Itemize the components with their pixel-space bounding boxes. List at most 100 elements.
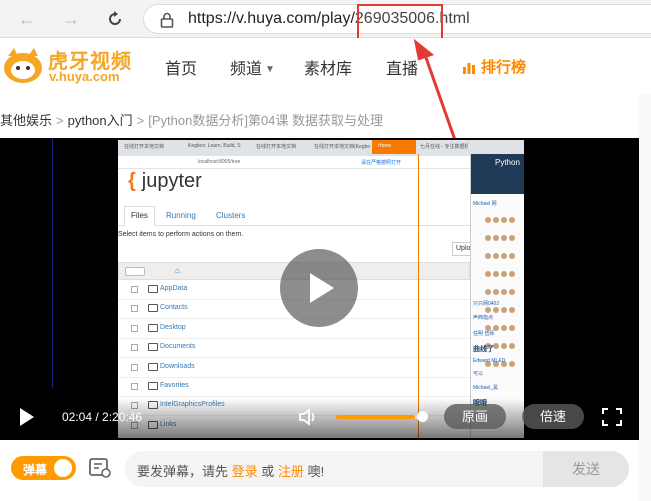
jupyter-tab-running: Running (166, 211, 196, 220)
avatar (509, 217, 515, 223)
avatar (501, 289, 507, 295)
breadcrumb: 其他娱乐 > python入门 > [Python数据分析]第04课 数据获取与处理 (0, 110, 383, 129)
jupyter-file-name: Contacts (160, 304, 188, 312)
avatar (501, 325, 507, 331)
breadcrumb-item[interactable]: python入门 (68, 113, 133, 128)
avatar (509, 235, 515, 241)
checkbox-icon (131, 305, 138, 313)
recorded-tab: 七月在线 - 专注数据机器 (420, 144, 468, 150)
recorded-chat-line: Michael 网 (473, 201, 497, 207)
avatar (493, 289, 499, 295)
site-header: 虎牙视频 v.huya.com 首页 频道 ▼ 素材库 直播 排行榜 (0, 38, 651, 94)
breadcrumb-item[interactable]: 其他娱乐 (0, 113, 52, 128)
video-edge-line (52, 138, 53, 388)
recorded-chat-title: Python (495, 158, 520, 167)
danmu-bar: 弹幕 要发弹幕，请先 登录 或 注册 噢! 发送 (0, 440, 639, 501)
avatar (485, 253, 491, 259)
back-arrow-icon[interactable]: ← (14, 6, 40, 32)
jupyter-logo-icon: { (128, 170, 136, 192)
jupyter-logo: {jupyter (128, 170, 202, 193)
nav-channel[interactable]: 频道 ▼ (230, 55, 275, 79)
recorded-chat-line: 声西指点 (473, 315, 494, 321)
recorded-tab-label: Home (378, 143, 392, 149)
nav-rank[interactable]: 排行榜 (462, 56, 526, 77)
play-icon[interactable] (20, 408, 34, 426)
nav-material[interactable]: 素材库 (304, 55, 352, 79)
danmu-hint-suffix: 噢! (307, 464, 325, 479)
jupyter-file-name: Downloads (160, 362, 195, 370)
danmu-settings-icon[interactable] (88, 457, 112, 484)
recorded-tab-active: Home (372, 140, 416, 154)
avatar (501, 235, 507, 241)
recorded-avatar-grid (485, 212, 523, 367)
avatar (509, 325, 515, 331)
toggle-knob (54, 459, 72, 477)
big-play-button[interactable] (280, 249, 358, 327)
recorded-tab: Kegbox: Learn, Build, S (188, 143, 241, 149)
avatar (509, 343, 515, 349)
jupyter-file-name: Desktop (160, 323, 186, 331)
folder-icon (148, 304, 158, 313)
video-player[interactable]: 在线打开本地文档 Kegbox: Learn, Build, S 在线打开本地文… (0, 138, 639, 440)
avatar (501, 343, 507, 349)
speed-button[interactable]: 倍速 (522, 404, 584, 429)
logo-domain: v.huya.com (49, 69, 120, 84)
avatar (485, 271, 491, 277)
avatar (501, 253, 507, 259)
avatar (485, 289, 491, 295)
page-edge (639, 94, 651, 501)
avatar (485, 307, 491, 313)
danmu-hint-or: 或 (261, 464, 275, 479)
bar-chart-icon (463, 63, 475, 74)
playback-time: 02:04 / 2:20:46 (62, 410, 143, 424)
player-controls: 02:04 / 2:20:46 原画 倍速 (0, 398, 639, 440)
forward-arrow-icon[interactable]: → (58, 6, 84, 32)
caret-down-icon: ▼ (265, 64, 275, 75)
nav-channel-label: 频道 (230, 61, 263, 78)
danmu-input[interactable]: 要发弹幕，请先 登录 或 注册 噢! 发送 (125, 451, 629, 487)
play-icon (310, 273, 334, 303)
send-button[interactable]: 发送 (543, 451, 629, 487)
folder-icon (148, 285, 158, 293)
avatar (493, 253, 499, 259)
recorded-divider (418, 154, 419, 438)
nav-live[interactable]: 直播 (386, 55, 418, 79)
avatar (509, 361, 515, 367)
url-host: https://v.huya.com/play/ (188, 10, 355, 27)
recorded-url-note: 请在严格按照打开 (361, 160, 402, 166)
recorded-address-bar: localhost:8005/tree 请在严格按照打开 (118, 156, 524, 169)
lock-icon (160, 12, 174, 33)
volume-icon[interactable] (298, 407, 320, 432)
danmu-hint-text: 要发弹幕，请先 (137, 464, 229, 479)
register-link[interactable]: 注册 (278, 464, 304, 479)
recorded-chat-line: 可以 (473, 371, 484, 377)
avatar (501, 307, 507, 313)
volume-knob[interactable] (417, 411, 428, 422)
volume-slider[interactable] (336, 415, 424, 419)
checkbox-icon (131, 324, 138, 332)
volume-fill (336, 415, 416, 419)
reload-icon[interactable] (102, 6, 128, 32)
huya-logo-icon[interactable] (2, 46, 44, 84)
avatar (509, 289, 515, 295)
recorded-chat-header: Python (471, 154, 524, 194)
avatar (501, 271, 507, 277)
recorded-chat-panel: Python Michael 网只只网0402 声西指点 任明 伍师 曲线了 Edwar… (470, 154, 524, 438)
avatar (509, 307, 515, 313)
login-link[interactable]: 登录 (232, 464, 258, 479)
home-icon: ⌂ (175, 266, 180, 275)
recorded-chat-line: Edward ML&D (473, 358, 506, 364)
recorded-tab: 在线打开本地文档 (256, 144, 297, 150)
danmu-toggle[interactable]: 弹幕 (11, 456, 76, 480)
avatar (493, 235, 499, 241)
quality-button[interactable]: 原画 (444, 404, 506, 429)
fullscreen-icon[interactable] (601, 407, 623, 432)
breadcrumb-separator: > (56, 113, 64, 128)
jupyter-file-name: Favorites (160, 382, 189, 389)
jupyter-file-name: AppData (160, 285, 188, 292)
nav-home[interactable]: 首页 (165, 55, 197, 79)
avatar (509, 253, 515, 259)
recorded-chat-line: 曲线了 (473, 346, 494, 353)
rank-label: 排行榜 (481, 59, 527, 76)
folder-icon (148, 382, 158, 390)
